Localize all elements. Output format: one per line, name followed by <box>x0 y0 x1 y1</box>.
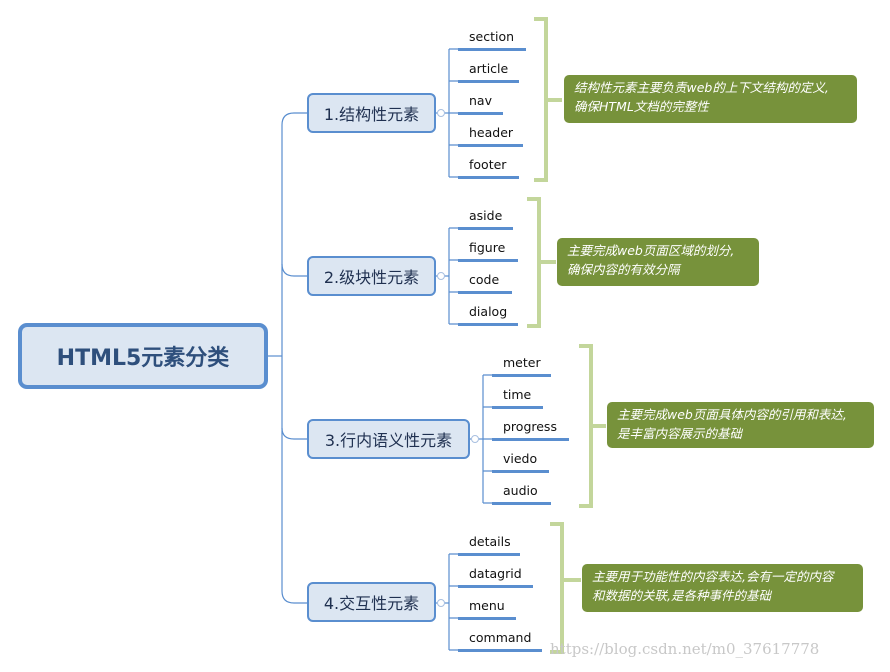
leaf-footer[interactable]: footer <box>469 157 506 172</box>
note-line: 结构性元素主要负责web的上下文结构的定义, <box>574 80 829 95</box>
leaf-aside[interactable]: aside <box>469 208 502 223</box>
leaf-figure[interactable]: figure <box>469 240 505 255</box>
collapse-icon[interactable] <box>437 599 445 607</box>
leaf-underline <box>458 176 519 179</box>
leaf-underline <box>492 502 551 505</box>
note-line: 和数据的关联,是各种事件的基础 <box>592 588 771 603</box>
category-label: 2.级块性元素 <box>323 268 420 287</box>
leaf-time[interactable]: time <box>503 387 531 402</box>
note-inline-semantic: 主要完成web页面具体内容的引用和表达, 是丰富内容展示的基础 <box>607 402 874 448</box>
watermark: https://blog.csdn.net/m0_37617778 <box>550 640 820 658</box>
leaf-details[interactable]: details <box>469 534 511 549</box>
leaf-nav[interactable]: nav <box>469 93 492 108</box>
leaf-underline <box>458 649 542 652</box>
leaf-underline <box>458 291 512 294</box>
leaf-section[interactable]: section <box>469 29 514 44</box>
leaf-menu[interactable]: menu <box>469 598 505 613</box>
leaf-datagrid[interactable]: datagrid <box>469 566 522 581</box>
leaf-underline <box>492 374 551 377</box>
note-line: 是丰富内容展示的基础 <box>617 426 743 441</box>
leaf-underline <box>492 438 569 441</box>
leaf-progress[interactable]: progress <box>503 419 557 434</box>
category-node-interactive[interactable]: 4.交互性元素 <box>307 582 436 622</box>
collapse-icon[interactable] <box>471 435 479 443</box>
note-line: 主要完成web页面具体内容的引用和表达, <box>617 407 847 422</box>
leaf-code[interactable]: code <box>469 272 499 287</box>
category-node-inline-semantic[interactable]: 3.行内语义性元素 <box>307 419 470 459</box>
leaf-underline <box>458 144 523 147</box>
note-structural: 结构性元素主要负责web的上下文结构的定义, 确保HTML文档的完整性 <box>564 75 857 123</box>
leaf-dialog[interactable]: dialog <box>469 304 507 319</box>
note-block: 主要完成web页面区域的划分, 确保内容的有效分隔 <box>557 238 759 286</box>
leaf-underline <box>458 227 513 230</box>
category-node-structural[interactable]: 1.结构性元素 <box>307 93 436 133</box>
root-label: HTML5元素分类 <box>56 346 230 371</box>
leaf-underline <box>492 406 543 409</box>
note-line: 主要用于功能性的内容表达,会有一定的内容 <box>592 569 834 584</box>
leaf-article[interactable]: article <box>469 61 508 76</box>
leaf-meter[interactable]: meter <box>503 355 541 370</box>
note-line: 确保内容的有效分隔 <box>567 262 680 277</box>
leaf-underline <box>458 617 516 620</box>
leaf-underline <box>458 112 503 115</box>
leaf-underline <box>458 553 520 556</box>
collapse-icon[interactable] <box>437 272 445 280</box>
leaf-underline <box>492 470 549 473</box>
category-label: 4.交互性元素 <box>323 594 420 613</box>
category-label: 1.结构性元素 <box>323 105 420 124</box>
leaf-underline <box>458 48 526 51</box>
leaf-underline <box>458 259 518 262</box>
leaf-underline <box>458 80 519 83</box>
category-node-block[interactable]: 2.级块性元素 <box>307 256 436 296</box>
leaf-header[interactable]: header <box>469 125 513 140</box>
category-label: 3.行内语义性元素 <box>324 431 453 450</box>
root-node[interactable]: HTML5元素分类 <box>18 323 268 389</box>
note-interactive: 主要用于功能性的内容表达,会有一定的内容 和数据的关联,是各种事件的基础 <box>582 564 863 612</box>
leaf-audio[interactable]: audio <box>503 483 538 498</box>
leaf-underline <box>458 323 518 326</box>
note-line: 主要完成web页面区域的划分, <box>567 243 735 258</box>
leaf-viedo[interactable]: viedo <box>503 451 537 466</box>
leaf-command[interactable]: command <box>469 630 531 645</box>
leaf-underline <box>458 585 533 588</box>
note-line: 确保HTML文档的完整性 <box>574 99 709 114</box>
collapse-icon[interactable] <box>437 109 445 117</box>
